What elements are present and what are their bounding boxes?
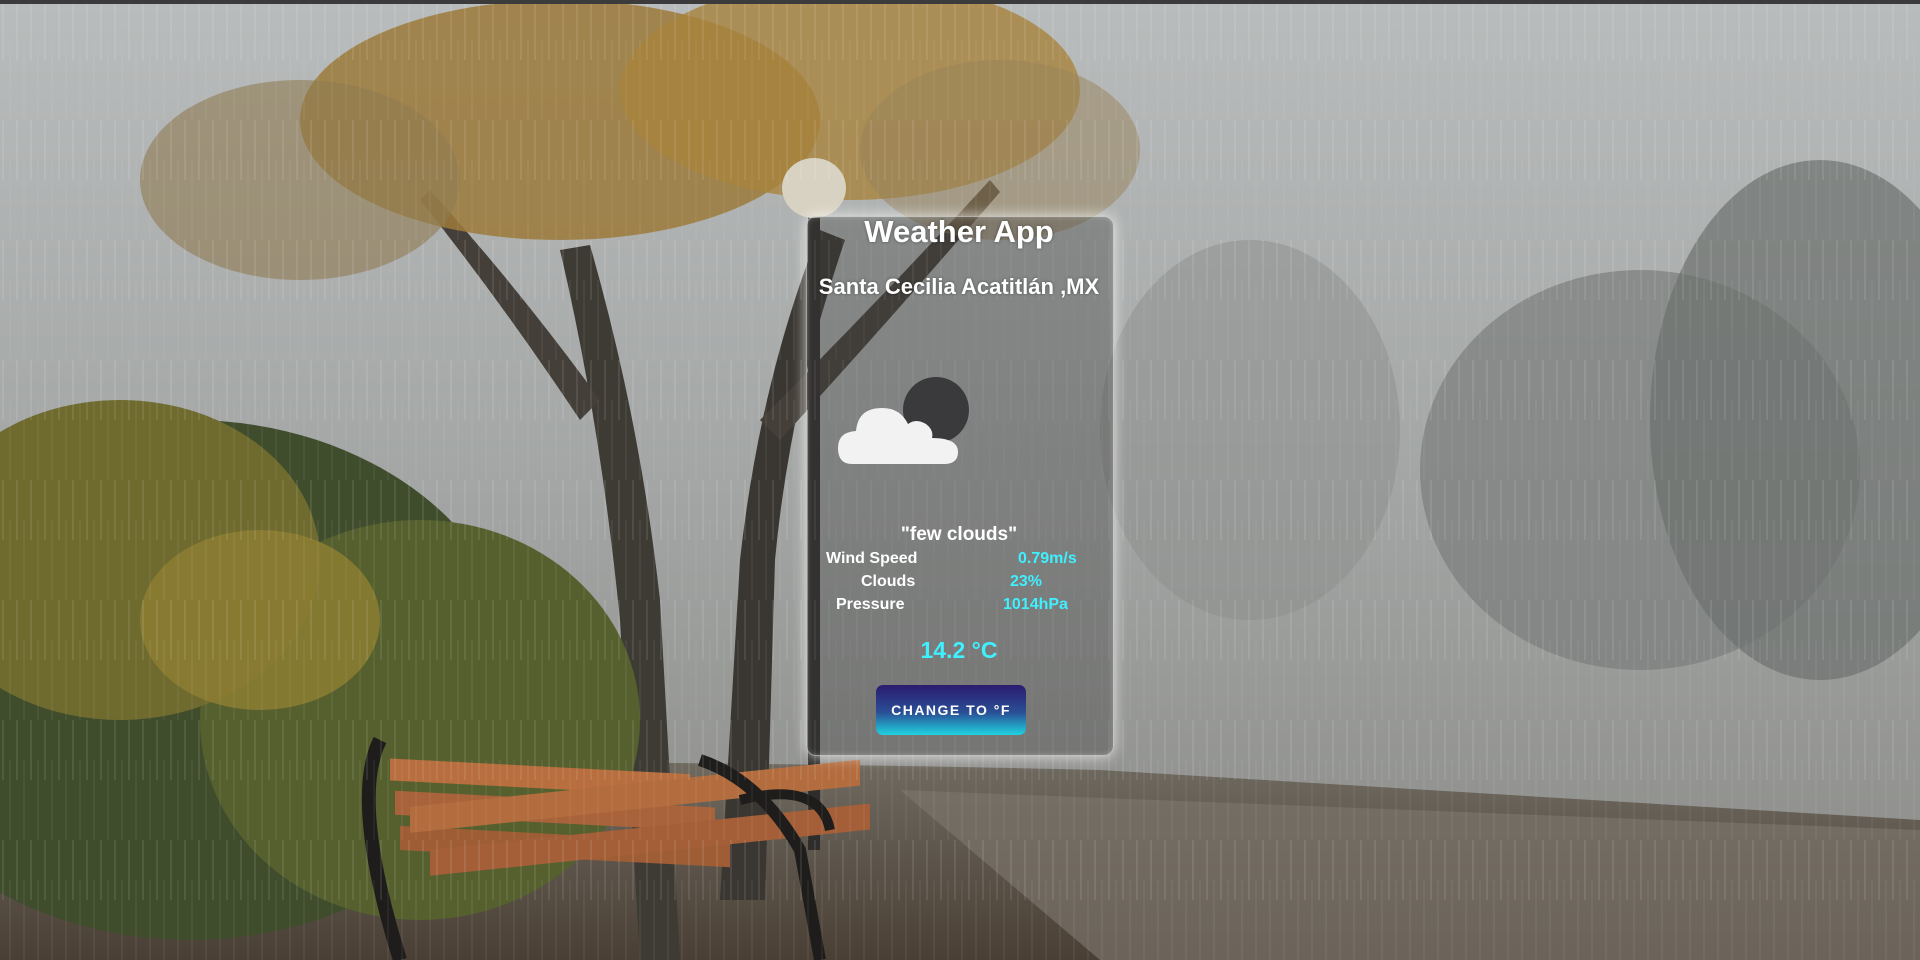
change-unit-button[interactable]: CHANGE TO °F [876,685,1026,735]
temperature-block: 14.2 °C [806,0,1112,960]
temperature-value: 14.2 °C [920,637,998,663]
